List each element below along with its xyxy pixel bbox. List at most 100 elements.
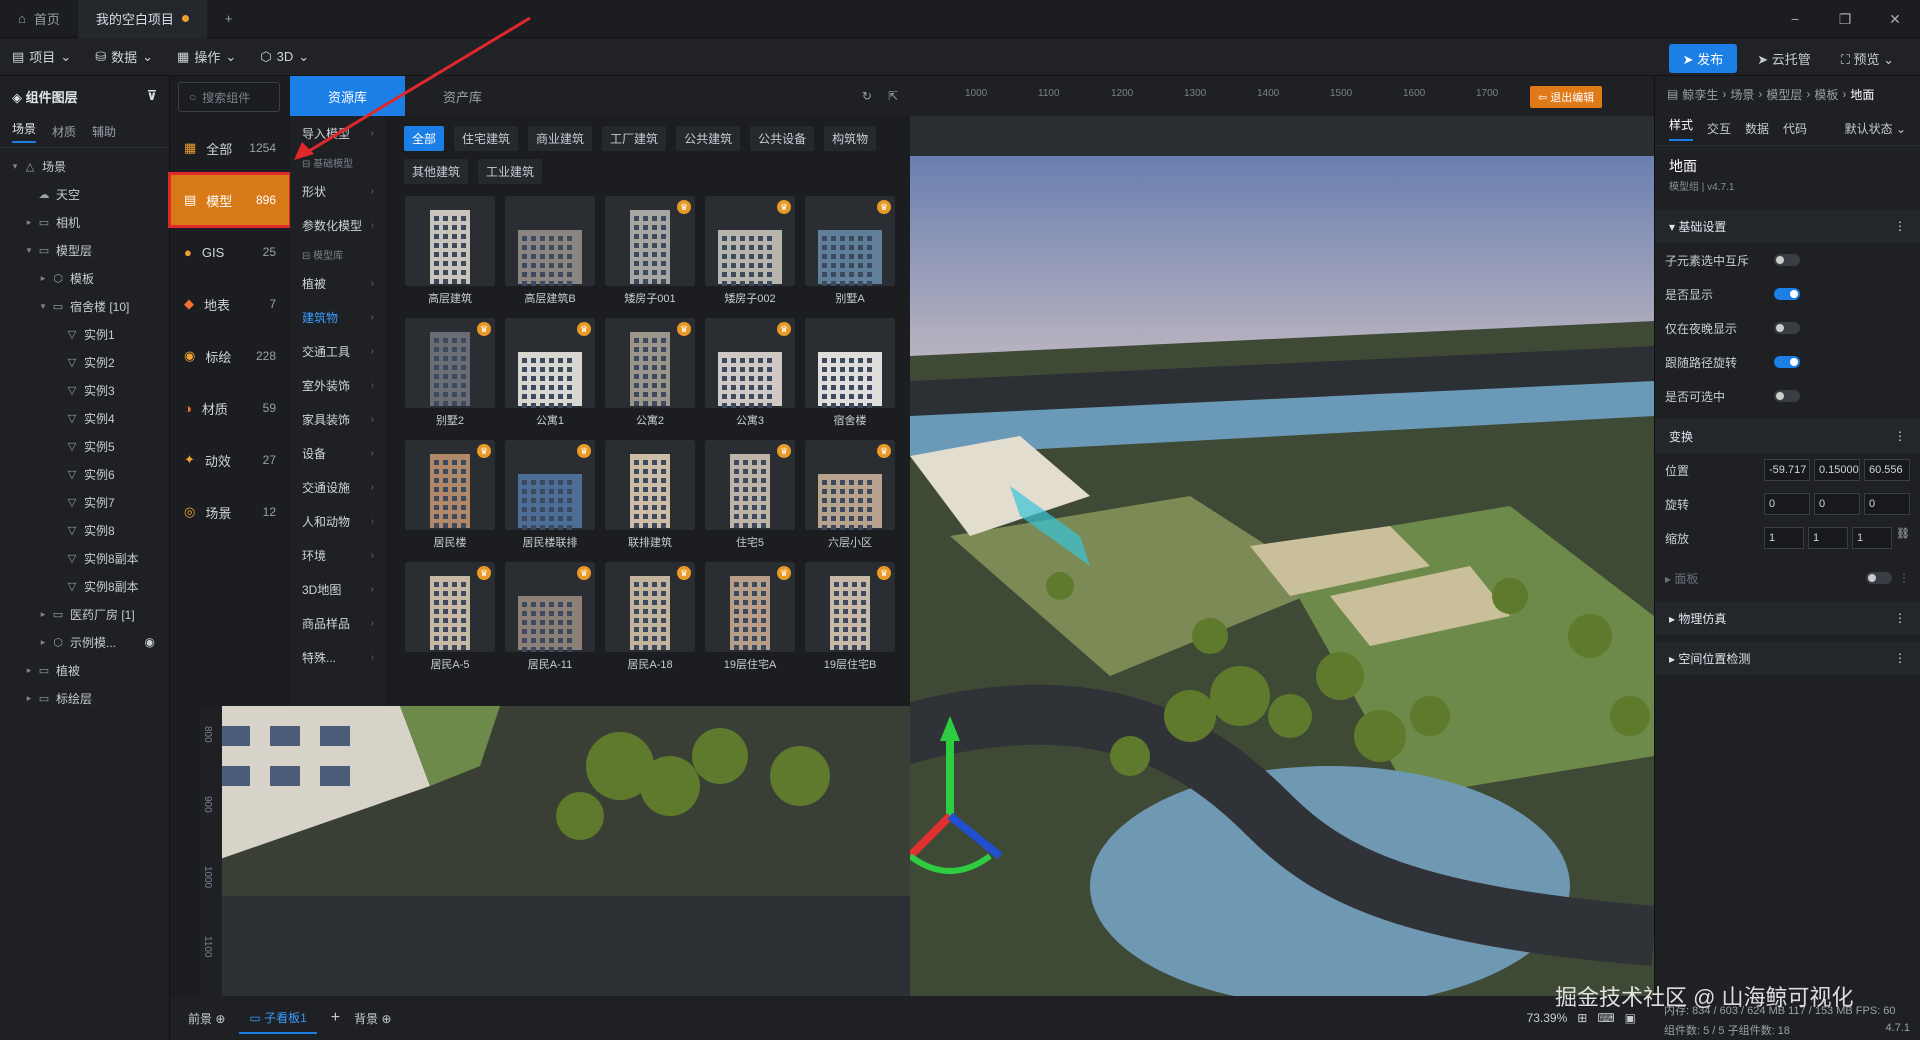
add-circle-icon[interactable]: ⊕: [381, 1012, 391, 1026]
chevron-down-icon[interactable]: ▾: [8, 161, 22, 172]
chevron-right-icon[interactable]: ▸: [22, 665, 36, 676]
tree-item[interactable]: ▽ 实例5: [0, 432, 169, 460]
publish-button[interactable]: ➤ 发布: [1668, 44, 1738, 73]
model-card[interactable]: 高层建筑: [404, 196, 496, 306]
tree-item[interactable]: ▽ 实例3: [0, 376, 169, 404]
tab-interaction[interactable]: 交互: [1707, 120, 1731, 137]
breadcrumb-item[interactable]: 场景: [1730, 86, 1754, 103]
category-item[interactable]: ◉ 标绘 228: [170, 330, 290, 382]
subcategory-item[interactable]: 设备 ›: [290, 436, 386, 470]
position-z-input[interactable]: 60.556: [1864, 459, 1910, 481]
category-item[interactable]: ● GIS 25: [170, 226, 290, 278]
chevron-right-icon[interactable]: ▸: [22, 693, 36, 704]
keyboard-icon[interactable]: ⌨: [1597, 1011, 1614, 1025]
refresh-icon[interactable]: ↻: [862, 89, 872, 103]
more-icon[interactable]: ⋮: [1894, 651, 1906, 665]
panel-row[interactable]: ▸ 面板 ⋮: [1655, 561, 1920, 595]
chevron-right-icon[interactable]: ▸: [36, 637, 50, 648]
subcategory-item[interactable]: 室外装饰 ›: [290, 368, 386, 402]
terminal-icon[interactable]: ▣: [1625, 1011, 1636, 1025]
model-card[interactable]: ♛ 六层小区: [804, 440, 896, 550]
menu-data[interactable]: ⛁ 数据 ⌄: [83, 47, 165, 66]
foreground-tab[interactable]: 前景 ⊕: [188, 1010, 225, 1027]
model-card[interactable]: ♛ 别墅2: [404, 318, 496, 428]
chevron-right-icon[interactable]: ▸: [36, 609, 50, 620]
subcategory-item[interactable]: 交通工具 ›: [290, 334, 386, 368]
setting-toggle[interactable]: [1774, 254, 1800, 266]
cloud-hosting-button[interactable]: ➤ 云托管: [1747, 44, 1821, 73]
category-item[interactable]: ▦ 全部 1254: [170, 122, 290, 174]
model-card[interactable]: ♛ 公寓3: [704, 318, 796, 428]
tree-item[interactable]: ▸ ▭ 医药厂房 [1]: [0, 600, 169, 628]
model-card[interactable]: ♛ 矮房子001: [604, 196, 696, 306]
filter-chip[interactable]: 公共设备: [750, 126, 815, 151]
category-item[interactable]: ◆ 地表 7: [170, 278, 290, 330]
maximize-button[interactable]: ❐: [1820, 0, 1870, 38]
section-physics[interactable]: ▸ 物理仿真 ⋮: [1655, 601, 1920, 635]
tab-code[interactable]: 代码: [1783, 120, 1807, 137]
category-item[interactable]: ▤ 模型 896: [168, 172, 292, 228]
filter-icon[interactable]: ⊽: [146, 88, 157, 104]
breadcrumb-item[interactable]: 鲸孪生: [1682, 86, 1718, 103]
model-card[interactable]: ♛ 19层住宅B: [804, 562, 896, 672]
setting-toggle[interactable]: [1774, 390, 1800, 402]
breadcrumb-item[interactable]: 模型层: [1766, 86, 1802, 103]
tree-item[interactable]: ▽ 实例6: [0, 460, 169, 488]
tree-item[interactable]: ▽ 实例2: [0, 348, 169, 376]
model-card[interactable]: ♛ 居民楼联排: [504, 440, 596, 550]
subcategory-item[interactable]: 特殊... ›: [290, 640, 386, 674]
tab-home[interactable]: ⌂ 首页: [0, 0, 78, 38]
tab-project[interactable]: 我的空白项目: [77, 0, 207, 38]
model-card[interactable]: ♛ 住宅5: [704, 440, 796, 550]
tree-item[interactable]: ▸ ⬡ 示例模... ◉: [0, 628, 169, 656]
tree-item[interactable]: ▽ 实例8副本: [0, 572, 169, 600]
filter-chip[interactable]: 工厂建筑: [602, 126, 667, 151]
link-icon[interactable]: ⛓: [1896, 527, 1910, 549]
model-card[interactable]: ♛ 19层住宅A: [704, 562, 796, 672]
subcategory-item[interactable]: 家具装饰 ›: [290, 402, 386, 436]
background-tab[interactable]: 背景 ⊕: [354, 1010, 391, 1027]
breadcrumb-item[interactable]: 模板: [1814, 86, 1838, 103]
model-card[interactable]: ♛ 公寓2: [604, 318, 696, 428]
model-card[interactable]: 高层建筑B: [504, 196, 596, 306]
tree-item[interactable]: ▾ ▭ 模型层: [0, 236, 169, 264]
model-card[interactable]: 联排建筑: [604, 440, 696, 550]
subcategory-item[interactable]: 人和动物 ›: [290, 504, 386, 538]
setting-toggle[interactable]: [1774, 288, 1800, 300]
export-icon[interactable]: ⇱: [888, 89, 898, 103]
tree-item[interactable]: ▽ 实例4: [0, 404, 169, 432]
state-select[interactable]: 默认状态 ⌄: [1845, 120, 1906, 137]
model-card[interactable]: ♛ 居民楼: [404, 440, 496, 550]
more-icon[interactable]: ⋮: [1894, 611, 1906, 625]
rotation-x-input[interactable]: 0: [1764, 493, 1810, 515]
tree-item[interactable]: ▽ 实例1: [0, 320, 169, 348]
model-card[interactable]: ♛ 居民A-11: [504, 562, 596, 672]
exit-edit-button[interactable]: ⇦ 退出编辑: [1530, 86, 1603, 108]
add-circle-icon[interactable]: ⊕: [215, 1012, 225, 1026]
section-transform[interactable]: 变换 ⋮: [1655, 419, 1920, 453]
filter-chip[interactable]: 公共建筑: [676, 126, 741, 151]
subcategory-item[interactable]: 商品样品 ›: [290, 606, 386, 640]
setting-toggle[interactable]: [1774, 356, 1800, 368]
more-icon[interactable]: ⋮: [1894, 219, 1906, 233]
scene-viewport[interactable]: 100011001200130014001500160017001900 ⇦ 退…: [910, 76, 1654, 996]
filter-chip[interactable]: 构筑物: [824, 126, 877, 151]
tree-item[interactable]: ▽ 实例7: [0, 488, 169, 516]
chevron-right-icon[interactable]: ▸: [36, 273, 50, 284]
setting-toggle[interactable]: [1774, 322, 1800, 334]
tree-item[interactable]: ▽ 实例8: [0, 516, 169, 544]
tree-item[interactable]: ▸ ▭ 标绘层: [0, 684, 169, 712]
hidden-eye-icon[interactable]: ◉: [145, 635, 155, 649]
new-tab-button[interactable]: +: [207, 0, 251, 38]
model-card[interactable]: ♛ 居民A-18: [604, 562, 696, 672]
tree-item[interactable]: ▾ ▭ 宿舍楼 [10]: [0, 292, 169, 320]
sub-board-tab[interactable]: ▭ 子看板1: [239, 1003, 317, 1034]
more-icon[interactable]: ⋮: [1898, 571, 1910, 585]
tree-item[interactable]: ▸ ▭ 相机: [0, 208, 169, 236]
subcategory-item[interactable]: 3D地图 ›: [290, 572, 386, 606]
panel-toggle[interactable]: [1866, 572, 1892, 584]
subcategory-item[interactable]: 植被 ›: [290, 266, 386, 300]
tree-item[interactable]: ▽ 实例8副本: [0, 544, 169, 572]
tab-data[interactable]: 数据: [1745, 120, 1769, 137]
tree-item[interactable]: ☁ 天空: [0, 180, 169, 208]
